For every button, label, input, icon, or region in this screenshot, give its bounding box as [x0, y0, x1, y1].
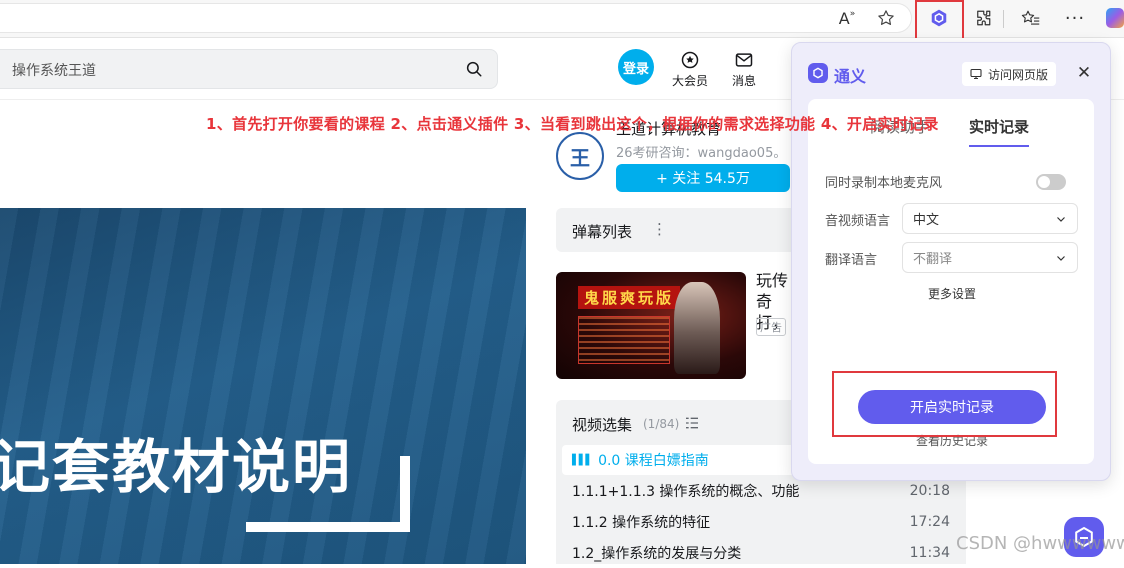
close-icon[interactable]: ✕	[1074, 63, 1094, 83]
ad-banner-text: 鬼服爽玩版	[578, 286, 681, 309]
search-box[interactable]: 操作系统王道	[0, 49, 498, 89]
episode-duration: 11:34	[909, 545, 950, 561]
monitor-icon	[970, 68, 982, 80]
uploader-avatar-text: 王	[570, 145, 590, 170]
nav-vip-label: 大会员	[671, 74, 708, 88]
av-language-value: 中文	[913, 213, 940, 228]
instruction-annotation: 1、首先打开你要看的课程 2、点击通义插件 3、当看到跳出这个，根据你的需求选择…	[206, 115, 939, 133]
chevron-down-icon	[1055, 213, 1067, 225]
copilot-icon[interactable]	[1106, 8, 1124, 28]
favorites-list-icon[interactable]	[1016, 3, 1046, 33]
danmaku-more-icon[interactable]: ⋮	[652, 220, 667, 238]
av-language-label: 音视频语言	[825, 214, 891, 229]
nav-message-label: 消息	[731, 74, 756, 88]
list-view-icon[interactable]	[684, 415, 700, 431]
more-settings-link[interactable]: 更多设置	[928, 285, 976, 302]
video-player[interactable]: 记套教材说明	[0, 208, 526, 564]
toolbar-divider	[1003, 10, 1004, 28]
more-menu-icon[interactable]: ···	[1060, 3, 1090, 33]
record-mic-toggle[interactable]	[1036, 174, 1066, 190]
episode-duration: 20:18	[909, 483, 950, 499]
uploader-avatar[interactable]: 王	[556, 132, 604, 180]
translate-value: 不翻译	[913, 252, 953, 267]
ad-badge: 广告	[756, 318, 786, 336]
episode-title: 1.1.1+1.1.3 操作系统的概念、功能	[572, 484, 800, 500]
record-mic-label: 同时录制本地麦克风	[825, 176, 943, 191]
read-aloud-sup: »	[849, 9, 856, 19]
nav-vip[interactable]: 大会员	[668, 50, 712, 89]
message-icon	[722, 50, 766, 70]
extensions-puzzle-icon[interactable]	[968, 3, 998, 33]
ad-table-graphic	[578, 316, 670, 364]
start-button-highlight-box	[832, 371, 1057, 437]
tongyi-logo-icon	[808, 63, 828, 83]
uploader-description: 26考研咨询：wangdao05。	[616, 146, 787, 161]
address-bar[interactable]	[0, 3, 912, 33]
chevron-down-icon	[1055, 252, 1067, 264]
read-aloud-label: A	[838, 8, 850, 28]
danmaku-title: 弹幕列表	[572, 223, 633, 241]
login-button[interactable]: 登录	[618, 49, 654, 85]
translate-label: 翻译语言	[825, 253, 878, 268]
playlist-item[interactable]: 1.1.2 操作系统的特征 17:24	[562, 507, 960, 537]
visit-web-label: 访问网页版	[988, 67, 1049, 82]
search-icon[interactable]	[465, 60, 483, 78]
episode-title: 1.1.2 操作系统的特征	[572, 515, 711, 531]
ad-image[interactable]: 鬼服爽玩版	[556, 272, 746, 379]
nav-message[interactable]: 消息	[722, 50, 766, 89]
episode-duration: 17:24	[909, 514, 950, 530]
follow-button[interactable]: + 关注 54.5万	[616, 164, 790, 192]
search-input[interactable]: 操作系统王道	[12, 60, 96, 80]
tongyi-brand: 通义	[834, 67, 867, 86]
favorite-star-icon[interactable]	[871, 3, 901, 33]
playlist-title: 视频选集	[572, 416, 633, 434]
playlist-count: (1/84)	[643, 417, 680, 431]
toggle-knob	[1038, 176, 1050, 188]
ad-character-graphic	[674, 282, 720, 374]
tab-realtime-record[interactable]: 实时记录	[969, 116, 1030, 147]
vip-icon	[668, 50, 712, 70]
episode-title: 0.0 课程白嫖指南	[598, 453, 709, 469]
read-aloud-icon[interactable]: A»	[832, 3, 862, 33]
watermark: CSDN @hwwwwww	[956, 533, 1124, 554]
episode-title: 1.2_操作系统的发展与分类	[572, 546, 742, 562]
now-playing-icon: ▌▌▌	[572, 454, 593, 466]
video-frame-decoration	[246, 456, 410, 532]
av-language-select[interactable]: 中文	[902, 203, 1078, 234]
visit-web-button[interactable]: 访问网页版	[962, 62, 1057, 86]
translate-select[interactable]: 不翻译	[902, 242, 1078, 273]
